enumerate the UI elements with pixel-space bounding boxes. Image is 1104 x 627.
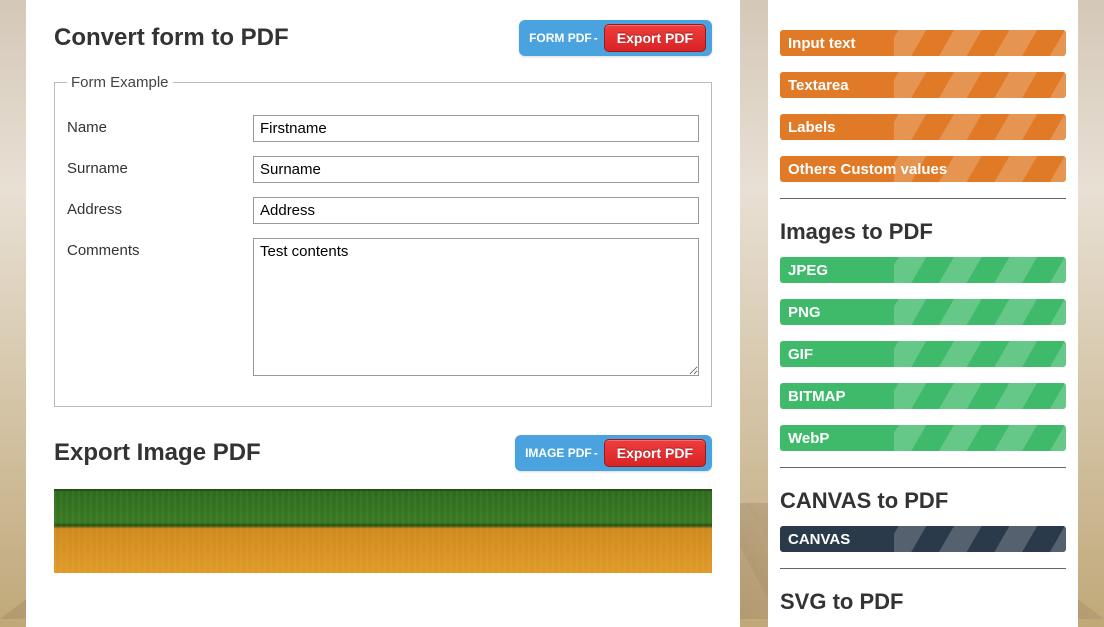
- label-address: Address: [67, 197, 253, 218]
- export-form-pdf-button[interactable]: Export PDF: [604, 24, 706, 52]
- input-surname[interactable]: [253, 156, 699, 183]
- label-surname: Surname: [67, 156, 253, 177]
- divider-2: [780, 467, 1066, 468]
- sidebar-item-jpeg[interactable]: JPEG: [780, 257, 1066, 283]
- images-to-pdf-heading: Images to PDF: [780, 219, 1066, 245]
- sidebar-item-webp[interactable]: WebP: [780, 425, 1066, 451]
- image-title-row: Export Image PDF IMAGE PDF - Export PDF: [54, 435, 712, 471]
- sidebar-item-input-text[interactable]: Input text: [780, 30, 1066, 56]
- export-image-pdf-button[interactable]: Export PDF: [604, 439, 706, 467]
- image-pdf-pill: IMAGE PDF - Export PDF: [515, 435, 712, 471]
- row-surname: Surname: [67, 156, 699, 183]
- divider-1: [780, 198, 1066, 199]
- sidebar-item-custom-values[interactable]: Others Custom values: [780, 156, 1066, 182]
- sidebar-item-gif[interactable]: GIF: [780, 341, 1066, 367]
- sidebar: Input text Textarea Labels Others Custom…: [768, 0, 1078, 627]
- label-name: Name: [67, 115, 253, 136]
- pill-dash-2: -: [594, 446, 598, 460]
- input-address[interactable]: [253, 197, 699, 224]
- row-name: Name: [67, 115, 699, 142]
- sidebar-item-canvas[interactable]: CANVAS: [780, 526, 1066, 552]
- row-address: Address: [67, 197, 699, 224]
- divider-3: [780, 568, 1066, 569]
- image-title: Export Image PDF: [54, 439, 261, 467]
- input-name[interactable]: [253, 115, 699, 142]
- row-comments: Comments: [67, 238, 699, 376]
- sidebar-item-bitmap[interactable]: BITMAP: [780, 383, 1066, 409]
- form-legend: Form Example: [67, 74, 173, 91]
- label-comments: Comments: [67, 238, 253, 259]
- textarea-comments[interactable]: [253, 238, 699, 376]
- canvas-to-pdf-heading: CANVAS to PDF: [780, 488, 1066, 514]
- sidebar-item-png[interactable]: PNG: [780, 299, 1066, 325]
- convert-title-row: Convert form to PDF FORM PDF - Export PD…: [54, 20, 712, 56]
- form-example-fieldset: Form Example Name Surname Address Commen…: [54, 74, 712, 407]
- form-pdf-pill-label: FORM PDF: [529, 31, 592, 45]
- main-column: Convert form to PDF FORM PDF - Export PD…: [26, 0, 740, 627]
- sidebar-item-labels[interactable]: Labels: [780, 114, 1066, 140]
- sidebar-item-textarea[interactable]: Textarea: [780, 72, 1066, 98]
- demo-image: [54, 489, 712, 573]
- form-pdf-pill: FORM PDF - Export PDF: [519, 20, 712, 56]
- image-pdf-pill-label: IMAGE PDF: [525, 446, 592, 460]
- pill-dash: -: [594, 31, 598, 45]
- convert-title: Convert form to PDF: [54, 24, 289, 52]
- svg-to-pdf-heading: SVG to PDF: [780, 589, 1066, 615]
